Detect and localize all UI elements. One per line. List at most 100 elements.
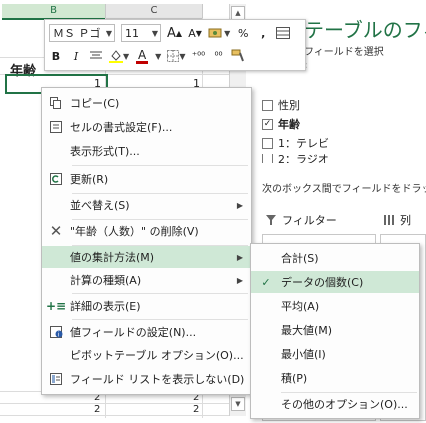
font-color-swatch xyxy=(136,60,149,64)
checkbox-unchecked-icon[interactable] xyxy=(262,137,273,149)
cell-value[interactable]: 2 xyxy=(94,404,100,415)
increase-decimal-button[interactable]: ⁺⁰⁰ xyxy=(191,47,205,65)
field-settings-icon: i xyxy=(42,326,70,338)
column-header-b[interactable]: B xyxy=(2,4,106,20)
grow-font-button[interactable]: A ▲ xyxy=(167,24,182,42)
align-center-button[interactable] xyxy=(89,47,103,65)
italic-button[interactable]: I xyxy=(69,47,83,65)
menu-item-format-cells[interactable]: セルの書式設定(F)... xyxy=(42,116,251,138)
menu-item-refresh[interactable]: 更新(R) xyxy=(42,168,251,190)
menu-item-label: 詳細の表示(E) xyxy=(70,300,141,313)
format-cells-icon xyxy=(42,121,70,133)
chevron-down-icon[interactable]: ▼ xyxy=(123,52,129,61)
menu-item-show-values-as[interactable]: 計算の種類(A) ▶ xyxy=(42,269,251,291)
field-label: 2：ラジオ xyxy=(278,154,329,163)
submenu-arrow-icon: ▶ xyxy=(236,275,243,285)
filter-icon xyxy=(266,215,276,225)
menu-separator xyxy=(72,165,248,166)
submenu-item-label: 平均(A) xyxy=(281,300,320,313)
font-size-box[interactable]: 11 ▼ xyxy=(121,24,161,42)
menu-item-label: 値フィールドの設定(N)... xyxy=(70,326,197,339)
column-header-c[interactable]: C xyxy=(106,4,203,19)
format-table-button[interactable] xyxy=(276,24,291,42)
column-label-text: 列 xyxy=(400,214,411,227)
checkbox-unchecked-icon[interactable] xyxy=(262,154,273,163)
shrink-font-button[interactable]: A ▼ xyxy=(188,24,202,42)
show-details-icon: +≡ xyxy=(45,299,67,313)
bold-button[interactable]: B xyxy=(49,47,63,65)
filter-label-text: フィルター xyxy=(282,214,337,227)
menu-item-summarize-values-by[interactable]: 値の集計方法(M) ▶ xyxy=(42,246,251,268)
field-item-tv[interactable]: 1：テレビ xyxy=(262,135,329,151)
menu-separator xyxy=(72,319,248,320)
menu-item-label: 更新(R) xyxy=(70,173,109,186)
percent-style-button[interactable]: % xyxy=(236,24,250,42)
chevron-down-icon[interactable]: ▼ xyxy=(224,29,230,38)
mini-toolbar: ＭＳ Ｐゴ ▼ 11 ▼ A ▲ A ▼ ▼ % , B I ▼ A ▼ ▼ ⁺… xyxy=(44,19,306,71)
submenu-item-sum[interactable]: 合計(S) xyxy=(251,247,419,269)
grow-font-letter: A xyxy=(167,25,176,41)
menu-item-show-details[interactable]: +≡ 詳細の表示(E) xyxy=(42,295,251,317)
field-label: 1：テレビ xyxy=(278,137,329,150)
field-list-icon xyxy=(42,373,70,385)
columns-icon xyxy=(384,215,394,225)
field-item-age[interactable]: ✓ 年齢 xyxy=(262,116,300,132)
menu-item-value-field-settings[interactable]: i 値フィールドの設定(N)... xyxy=(42,321,251,343)
checkmark-icon: ✓ xyxy=(261,275,271,289)
submenu-arrow-icon: ▶ xyxy=(236,252,243,262)
field-label: 性別 xyxy=(278,99,300,112)
menu-item-label: 計算の種類(A) xyxy=(70,274,142,287)
menu-item-label: ピボットテーブル オプション(O)... xyxy=(70,349,244,362)
cell-value[interactable]: 2 xyxy=(193,404,199,415)
menu-item-hide-field-list[interactable]: フィールド リストを表示しない(D) xyxy=(42,368,251,390)
mini-toolbar-row-2: B I ▼ A ▼ ▼ ⁺⁰⁰ ⁰⁰ xyxy=(49,47,245,65)
font-size-value: 11 xyxy=(125,26,139,40)
chevron-down-icon[interactable]: ▼ xyxy=(155,52,161,61)
chevron-down-icon[interactable]: ▼ xyxy=(152,29,158,38)
submenu-item-count[interactable]: ✓ データの個数(C) xyxy=(251,271,419,293)
filter-area-label: フィルター xyxy=(266,212,337,228)
grid-line xyxy=(0,415,229,416)
menu-item-sort[interactable]: 並べ替え(S) ▶ xyxy=(42,194,251,216)
font-color-button[interactable]: A xyxy=(135,47,149,65)
decrease-decimal-button[interactable]: ⁰⁰ xyxy=(211,47,225,65)
align-center-icon xyxy=(90,51,102,59)
submenu-item-more-options[interactable]: その他のオプション(O)... xyxy=(251,393,419,415)
submenu-item-label: 合計(S) xyxy=(281,252,319,265)
menu-item-label: 値の集計方法(M) xyxy=(70,251,155,264)
checkbox-unchecked-icon[interactable] xyxy=(262,99,273,111)
format-painter-button[interactable] xyxy=(231,47,245,65)
chevron-down-icon[interactable]: ▼ xyxy=(106,29,112,38)
accounting-format-icon xyxy=(208,28,222,38)
column-header-b-label: B xyxy=(50,5,57,16)
menu-item-label: コピー(C) xyxy=(70,97,120,110)
menu-item-number-format[interactable]: 表示形式(T)... xyxy=(42,140,251,162)
chevron-down-icon[interactable]: ▼ xyxy=(179,52,185,61)
font-name-box[interactable]: ＭＳ Ｐゴ ▼ xyxy=(49,24,115,42)
borders-button[interactable]: ▼ xyxy=(167,47,185,65)
submenu-item-product[interactable]: 積(P) xyxy=(251,367,419,389)
scroll-up-icon[interactable]: ▲ xyxy=(231,6,245,20)
checkbox-checked-icon[interactable]: ✓ xyxy=(262,118,273,130)
menu-item-remove-field[interactable]: ✕ "年齢（人数）" の削除(V) xyxy=(42,220,251,242)
font-name-value: ＭＳ Ｐゴ xyxy=(53,27,101,40)
submenu-item-min[interactable]: 最小値(I) xyxy=(251,343,419,365)
submenu-item-max[interactable]: 最大値(M) xyxy=(251,319,419,341)
menu-item-label: 表示形式(T)... xyxy=(70,145,140,158)
summarize-submenu: 合計(S) ✓ データの個数(C) 平均(A) 最大値(M) 最小値(I) 積(… xyxy=(250,243,420,419)
submenu-item-label: データの個数(C) xyxy=(281,276,364,289)
fill-color-button[interactable]: ▼ xyxy=(109,47,129,65)
submenu-item-average[interactable]: 平均(A) xyxy=(251,295,419,317)
field-item-gender[interactable]: 性別 xyxy=(262,97,300,113)
menu-item-copy[interactable]: コピー(C) xyxy=(42,92,251,114)
format-painter-icon xyxy=(231,49,245,62)
accounting-format-button[interactable]: ▼ xyxy=(208,24,230,42)
menu-item-pivottable-options[interactable]: ピボットテーブル オプション(O)... xyxy=(42,344,251,366)
shrink-font-letter: A xyxy=(188,26,196,40)
scroll-down-icon[interactable]: ▼ xyxy=(231,397,245,411)
comma-style-button[interactable]: , xyxy=(256,24,270,42)
field-item-radio[interactable]: 2：ラジオ xyxy=(262,154,329,163)
submenu-item-label: その他のオプション(O)... xyxy=(281,398,408,411)
menu-separator xyxy=(72,293,248,294)
menu-item-label: セルの書式設定(F)... xyxy=(70,121,173,134)
